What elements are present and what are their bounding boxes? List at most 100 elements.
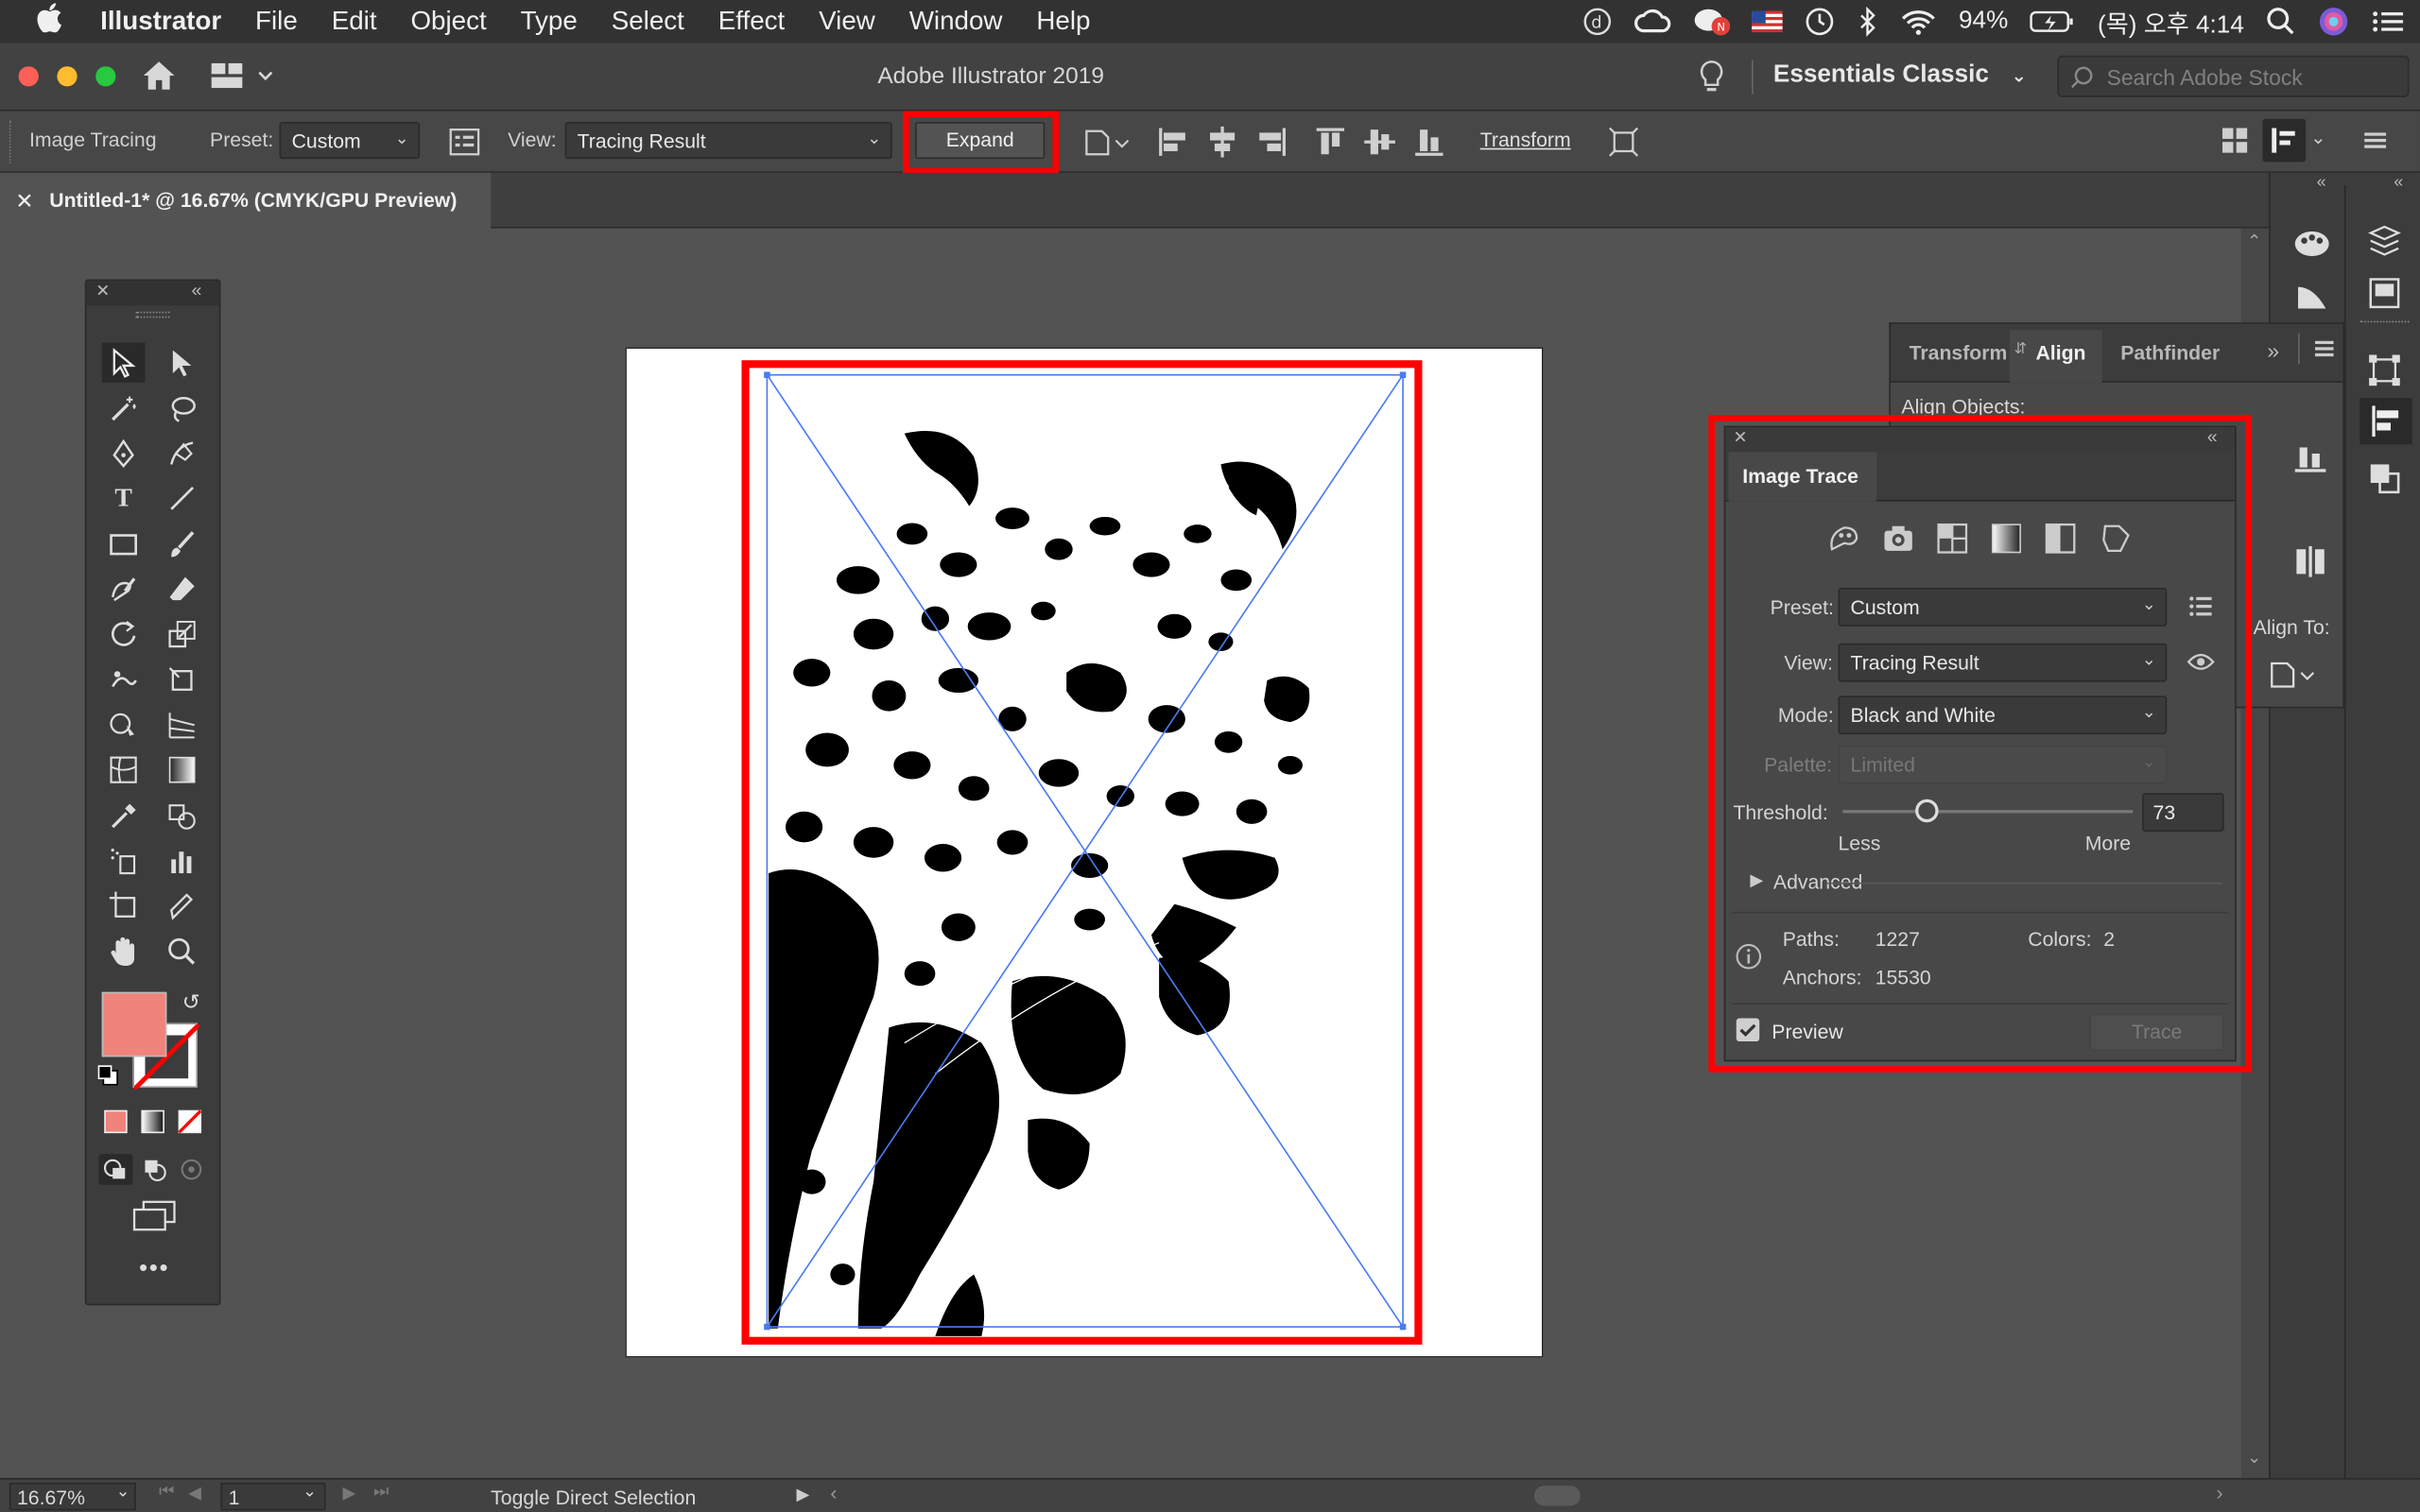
properties-toggle[interactable] <box>2262 118 2307 163</box>
chevron-down-icon[interactable]: ⌄ <box>2310 127 2325 148</box>
scroll-left-arrow-icon[interactable]: ‹ <box>830 1481 837 1503</box>
transform-panel-icon[interactable] <box>2366 352 2403 396</box>
menu-window[interactable]: Window <box>892 7 1020 38</box>
document-tab[interactable]: ✕ Untitled-1* @ 16.67% (CMYK/GPU Preview… <box>0 172 492 229</box>
artboard[interactable] <box>625 347 1545 1359</box>
zoom-tool-icon[interactable] <box>161 932 204 971</box>
warp-tool-icon[interactable] <box>102 661 146 700</box>
preset-dropdown[interactable]: Custom ⌄ <box>279 121 421 160</box>
draw-behind-icon[interactable] <box>137 1154 171 1193</box>
align-vertical-center-icon[interactable] <box>1363 125 1397 159</box>
collapse-icon[interactable]: « <box>191 280 201 301</box>
align-horizontal-center-icon[interactable] <box>1205 125 1239 159</box>
lightbulb-icon[interactable] <box>1698 59 1725 95</box>
menu-view[interactable]: View <box>802 7 892 38</box>
time-machine-icon[interactable] <box>1805 7 1836 38</box>
menu-object[interactable]: Object <box>394 7 504 38</box>
scroll-up-arrow-icon[interactable]: ⌃ <box>2247 232 2261 252</box>
pen-tool-icon[interactable] <box>102 434 146 473</box>
tab-transform[interactable]: Transform <box>1910 341 2008 364</box>
scale-tool-icon[interactable] <box>161 614 204 654</box>
first-artboard-icon[interactable]: ⏮ <box>159 1483 174 1503</box>
properties-panel-icon[interactable] <box>2366 275 2403 319</box>
align-bottom-icon[interactable] <box>2291 438 2328 483</box>
scroll-down-arrow-icon[interactable]: ⌄ <box>2247 1447 2261 1468</box>
color-mode-icon[interactable] <box>103 1109 128 1142</box>
menu-select[interactable]: Select <box>595 7 701 38</box>
menu-help[interactable]: Help <box>1019 7 1107 38</box>
bluetooth-icon[interactable] <box>1857 6 1878 38</box>
eraser-tool-icon[interactable] <box>161 569 204 609</box>
panel-menu-icon[interactable] <box>2313 338 2335 368</box>
us-flag-icon[interactable] <box>1752 10 1783 33</box>
align-top-icon[interactable] <box>1313 125 1347 159</box>
selection-tool-icon[interactable] <box>101 342 146 383</box>
tab-pathfinder[interactable]: Pathfinder <box>2120 341 2220 364</box>
slice-tool-icon[interactable] <box>161 885 204 925</box>
distribute-horizontal-center-icon[interactable] <box>2291 543 2328 588</box>
close-icon[interactable]: ✕ <box>95 281 110 301</box>
collapse-icon[interactable]: « <box>2394 173 2403 192</box>
align-right-icon[interactable] <box>1254 125 1288 159</box>
blend-tool-icon[interactable] <box>161 796 204 835</box>
mesh-tool-icon[interactable] <box>102 749 146 789</box>
direct-selection-tool-icon[interactable] <box>161 342 204 382</box>
type-tool-icon[interactable]: T <box>102 478 146 518</box>
lasso-tool-icon[interactable] <box>161 388 204 428</box>
spotlight-search-icon[interactable] <box>2266 7 2297 38</box>
perspective-grid-tool-icon[interactable] <box>161 705 204 745</box>
dashlane-icon[interactable]: d <box>1582 7 1614 38</box>
image-trace-panel-icon[interactable] <box>447 125 481 159</box>
align-to-dropdown[interactable] <box>2267 659 2320 697</box>
siri-icon[interactable] <box>2318 7 2349 38</box>
collapse-icon[interactable]: « <box>2317 173 2326 192</box>
stock-search-input[interactable]: Search Adobe Stock <box>2057 55 2410 97</box>
column-graph-tool-icon[interactable] <box>161 841 204 881</box>
status-menu-arrow-icon[interactable]: ▶ <box>796 1485 809 1504</box>
wifi-icon[interactable] <box>1900 8 1937 35</box>
swap-fill-stroke-icon[interactable]: ↺ <box>182 989 200 1016</box>
menu-edit[interactable]: Edit <box>315 7 394 38</box>
artboard-tool-icon[interactable] <box>102 885 146 925</box>
align-bottom-icon[interactable] <box>1412 125 1446 159</box>
screen-mode-icon[interactable] <box>131 1199 178 1241</box>
libraries-icon[interactable] <box>2366 222 2403 266</box>
symbol-sprayer-tool-icon[interactable] <box>102 841 146 881</box>
next-artboard-icon[interactable]: ▶ <box>342 1483 355 1503</box>
creative-cloud-icon[interactable] <box>1634 8 1671 35</box>
align-left-icon[interactable] <box>1156 125 1190 159</box>
last-artboard-icon[interactable]: ⏭ <box>373 1483 389 1503</box>
none-mode-icon[interactable] <box>178 1109 202 1142</box>
tab-align[interactable]: ⇵ Align <box>2009 330 2102 383</box>
gradient-tool-icon[interactable] <box>161 749 204 789</box>
rectangle-tool-icon[interactable] <box>102 524 146 564</box>
menu-file[interactable]: File <box>238 7 315 38</box>
menu-illustrator[interactable]: Illustrator <box>83 7 238 38</box>
rotate-tool-icon[interactable] <box>102 614 146 654</box>
battery-icon[interactable] <box>2030 9 2076 34</box>
draw-inside-icon[interactable] <box>176 1154 210 1193</box>
grip-handle[interactable] <box>135 311 170 318</box>
align-to-selection-icon[interactable] <box>1080 125 1133 159</box>
apple-icon[interactable] <box>0 3 83 40</box>
notification-chat-icon[interactable]: N <box>1693 7 1731 38</box>
arrange-panels-icon[interactable] <box>2220 125 2251 156</box>
menubar-clock[interactable]: (목) 오후 4:14 <box>2098 3 2244 40</box>
draw-normal-icon[interactable] <box>98 1154 133 1185</box>
grip-handle[interactable] <box>2360 320 2410 323</box>
expand-icon[interactable]: » <box>2267 338 2279 363</box>
pathfinder-icon[interactable] <box>2366 460 2403 505</box>
panel-menu-icon[interactable] <box>2361 127 2389 154</box>
gradient-mode-icon[interactable] <box>141 1109 165 1142</box>
magic-wand-tool-icon[interactable] <box>102 388 146 428</box>
grip-handle[interactable] <box>9 120 12 164</box>
shape-builder-tool-icon[interactable] <box>102 705 146 745</box>
workspace-switcher[interactable]: Essentials Classic ⌄ <box>1773 61 2027 89</box>
traced-leopard-image[interactable] <box>627 349 1545 1359</box>
curvature-tool-icon[interactable] <box>161 434 204 473</box>
shaper-tool-icon[interactable] <box>102 569 146 609</box>
notification-center-icon[interactable] <box>2371 8 2405 35</box>
transparency-icon[interactable] <box>2295 278 2329 319</box>
menu-type[interactable]: Type <box>504 7 595 38</box>
fill-swatch-front[interactable] <box>101 991 167 1057</box>
